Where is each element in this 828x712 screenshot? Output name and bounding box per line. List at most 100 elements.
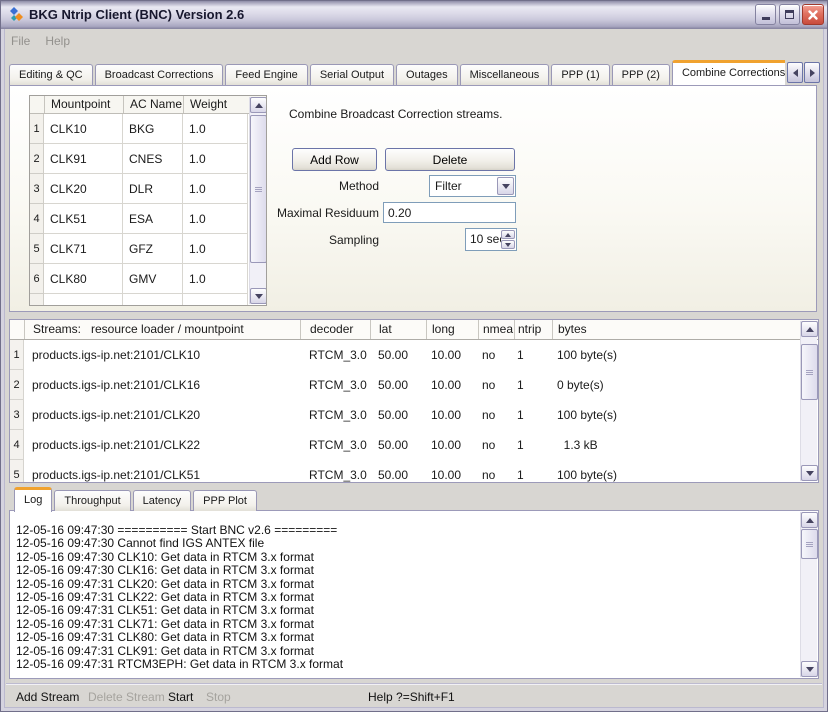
table-cell[interactable]: 1.0 [183,144,248,174]
stream-cell: no [478,400,514,430]
log-output[interactable]: 12-05-16 09:47:30 ========== Start BNC v… [10,511,818,671]
table-cell[interactable]: CNES [123,144,183,174]
stream-row[interactable]: 5products.igs-ip.net:2101/CLK51RTCM_3.05… [10,460,818,483]
tab-outages[interactable]: Outages [396,64,458,85]
table-cell [183,294,248,306]
scrollbar-down-button[interactable] [250,288,267,304]
tab-scroll-left-button[interactable] [787,62,803,83]
method-select[interactable]: Filter [429,175,516,197]
column-header-long[interactable]: long [426,320,478,339]
stream-cell: 1 [514,460,552,483]
tab-ppp-2[interactable]: PPP (2) [612,64,670,85]
spinner-up-button[interactable] [501,230,515,239]
stream-cell: 50.00 [370,430,426,460]
table-cell[interactable]: ESA [123,204,183,234]
action-add-stream[interactable]: Add Stream [16,690,79,704]
streams-scrollbar[interactable] [800,321,817,481]
tab-serial-output[interactable]: Serial Output [310,64,394,85]
tab-latency[interactable]: Latency [133,490,192,511]
tab-editing-qc[interactable]: Editing & QC [9,64,93,85]
tab-log[interactable]: Log [14,487,52,512]
log-scrollbar[interactable] [800,512,817,677]
scrollbar-thumb[interactable] [801,344,818,400]
table-cell[interactable]: GMV [123,264,183,294]
column-header-streams[interactable]: Streams: resource loader / mountpoint [24,320,300,339]
row-header[interactable]: 5 [10,460,24,483]
tab-ppp-1[interactable]: PPP (1) [551,64,609,85]
table-cell[interactable]: 1.0 [183,264,248,294]
stream-cell: RTCM_3.0 [300,460,370,483]
column-header-weight[interactable]: Weight [183,96,248,113]
table-cell[interactable]: CLK71 [44,234,123,264]
spinner-down-button[interactable] [501,240,515,249]
action-start[interactable]: Start [168,690,193,704]
table-cell[interactable]: DLR [123,174,183,204]
tab-combine-corrections[interactable]: Combine Corrections [672,60,785,85]
stream-row[interactable]: 1products.igs-ip.net:2101/CLK10RTCM_3.05… [10,340,818,370]
table-cell [123,294,183,306]
table-cell[interactable]: CLK10 [44,114,123,144]
row-header[interactable]: 2 [30,144,44,174]
maximize-button[interactable] [779,4,800,25]
tab-scroll-right-button[interactable] [804,62,820,83]
column-header-ntrip[interactable]: ntrip [514,320,552,339]
column-header-mountpoint[interactable]: Mountpoint [44,96,123,113]
stream-row[interactable]: 2products.igs-ip.net:2101/CLK16RTCM_3.05… [10,370,818,400]
tab-throughput[interactable]: Throughput [54,490,130,511]
row-header[interactable]: 2 [10,370,24,400]
scrollbar-up-button[interactable] [250,97,267,113]
row-header[interactable]: 4 [10,430,24,460]
stream-cell: no [478,370,514,400]
row-header[interactable]: 3 [10,400,24,430]
row-header[interactable]: 6 [30,264,44,294]
table-cell[interactable]: GFZ [123,234,183,264]
up-arrow-icon [505,233,511,237]
tab-ppp-plot[interactable]: PPP Plot [193,490,257,511]
row-header[interactable]: 5 [30,234,44,264]
stream-row[interactable]: 4products.igs-ip.net:2101/CLK22RTCM_3.05… [10,430,818,460]
add-row-button[interactable]: Add Row [292,148,377,171]
menu-help[interactable]: Help [45,29,70,53]
close-button[interactable] [802,4,824,25]
table-cell[interactable]: 1.0 [183,234,248,264]
scrollbar-down-button[interactable] [801,465,818,481]
stream-cell: 0 byte(s) [552,370,802,400]
scrollbar-up-button[interactable] [801,512,818,528]
row-header[interactable]: 3 [30,174,44,204]
table-cell[interactable]: CLK51 [44,204,123,234]
table-cell[interactable]: 1.0 [183,204,248,234]
down-arrow-icon [806,667,814,672]
sampling-spinner[interactable]: 10 sec [465,228,517,251]
column-header-ac-name[interactable]: AC Name [123,96,183,113]
table-cell [44,294,123,306]
stream-cell: 100 byte(s) [552,460,802,483]
table-cell[interactable]: CLK80 [44,264,123,294]
column-header-lat[interactable]: lat [370,320,426,339]
minimize-button[interactable] [755,4,776,25]
scrollbar-up-button[interactable] [801,321,818,337]
tab-feed-engine[interactable]: Feed Engine [225,64,307,85]
table-cell[interactable]: 1.0 [183,174,248,204]
scrollbar-thumb[interactable] [801,529,818,559]
column-header-decoder[interactable]: decoder [300,320,370,339]
table-cell[interactable]: BKG [123,114,183,144]
titlebar[interactable]: BKG Ntrip Client (BNC) Version 2.6 [1,1,827,29]
tab-miscellaneous[interactable]: Miscellaneous [460,64,550,85]
table-cell[interactable]: 1.0 [183,114,248,144]
row-header[interactable]: 1 [30,114,44,144]
column-header-bytes[interactable]: bytes [552,320,802,339]
maximal-residuum-input[interactable] [383,202,516,223]
stream-row[interactable]: 3products.igs-ip.net:2101/CLK20RTCM_3.05… [10,400,818,430]
column-header-nmea[interactable]: nmea [478,320,514,339]
help-shortcut-text: Help ?=Shift+F1 [368,690,455,704]
dropdown-button[interactable] [497,177,514,195]
delete-button[interactable]: Delete [385,148,515,171]
table-cell[interactable]: CLK91 [44,144,123,174]
scrollbar-down-button[interactable] [801,661,818,677]
row-header[interactable]: 1 [10,340,24,370]
combine-table-scrollbar[interactable] [249,97,266,304]
menu-file[interactable]: File [11,29,30,53]
tab-broadcast-corrections[interactable]: Broadcast Corrections [95,64,224,85]
row-header[interactable]: 4 [30,204,44,234]
table-cell[interactable]: CLK20 [44,174,123,204]
